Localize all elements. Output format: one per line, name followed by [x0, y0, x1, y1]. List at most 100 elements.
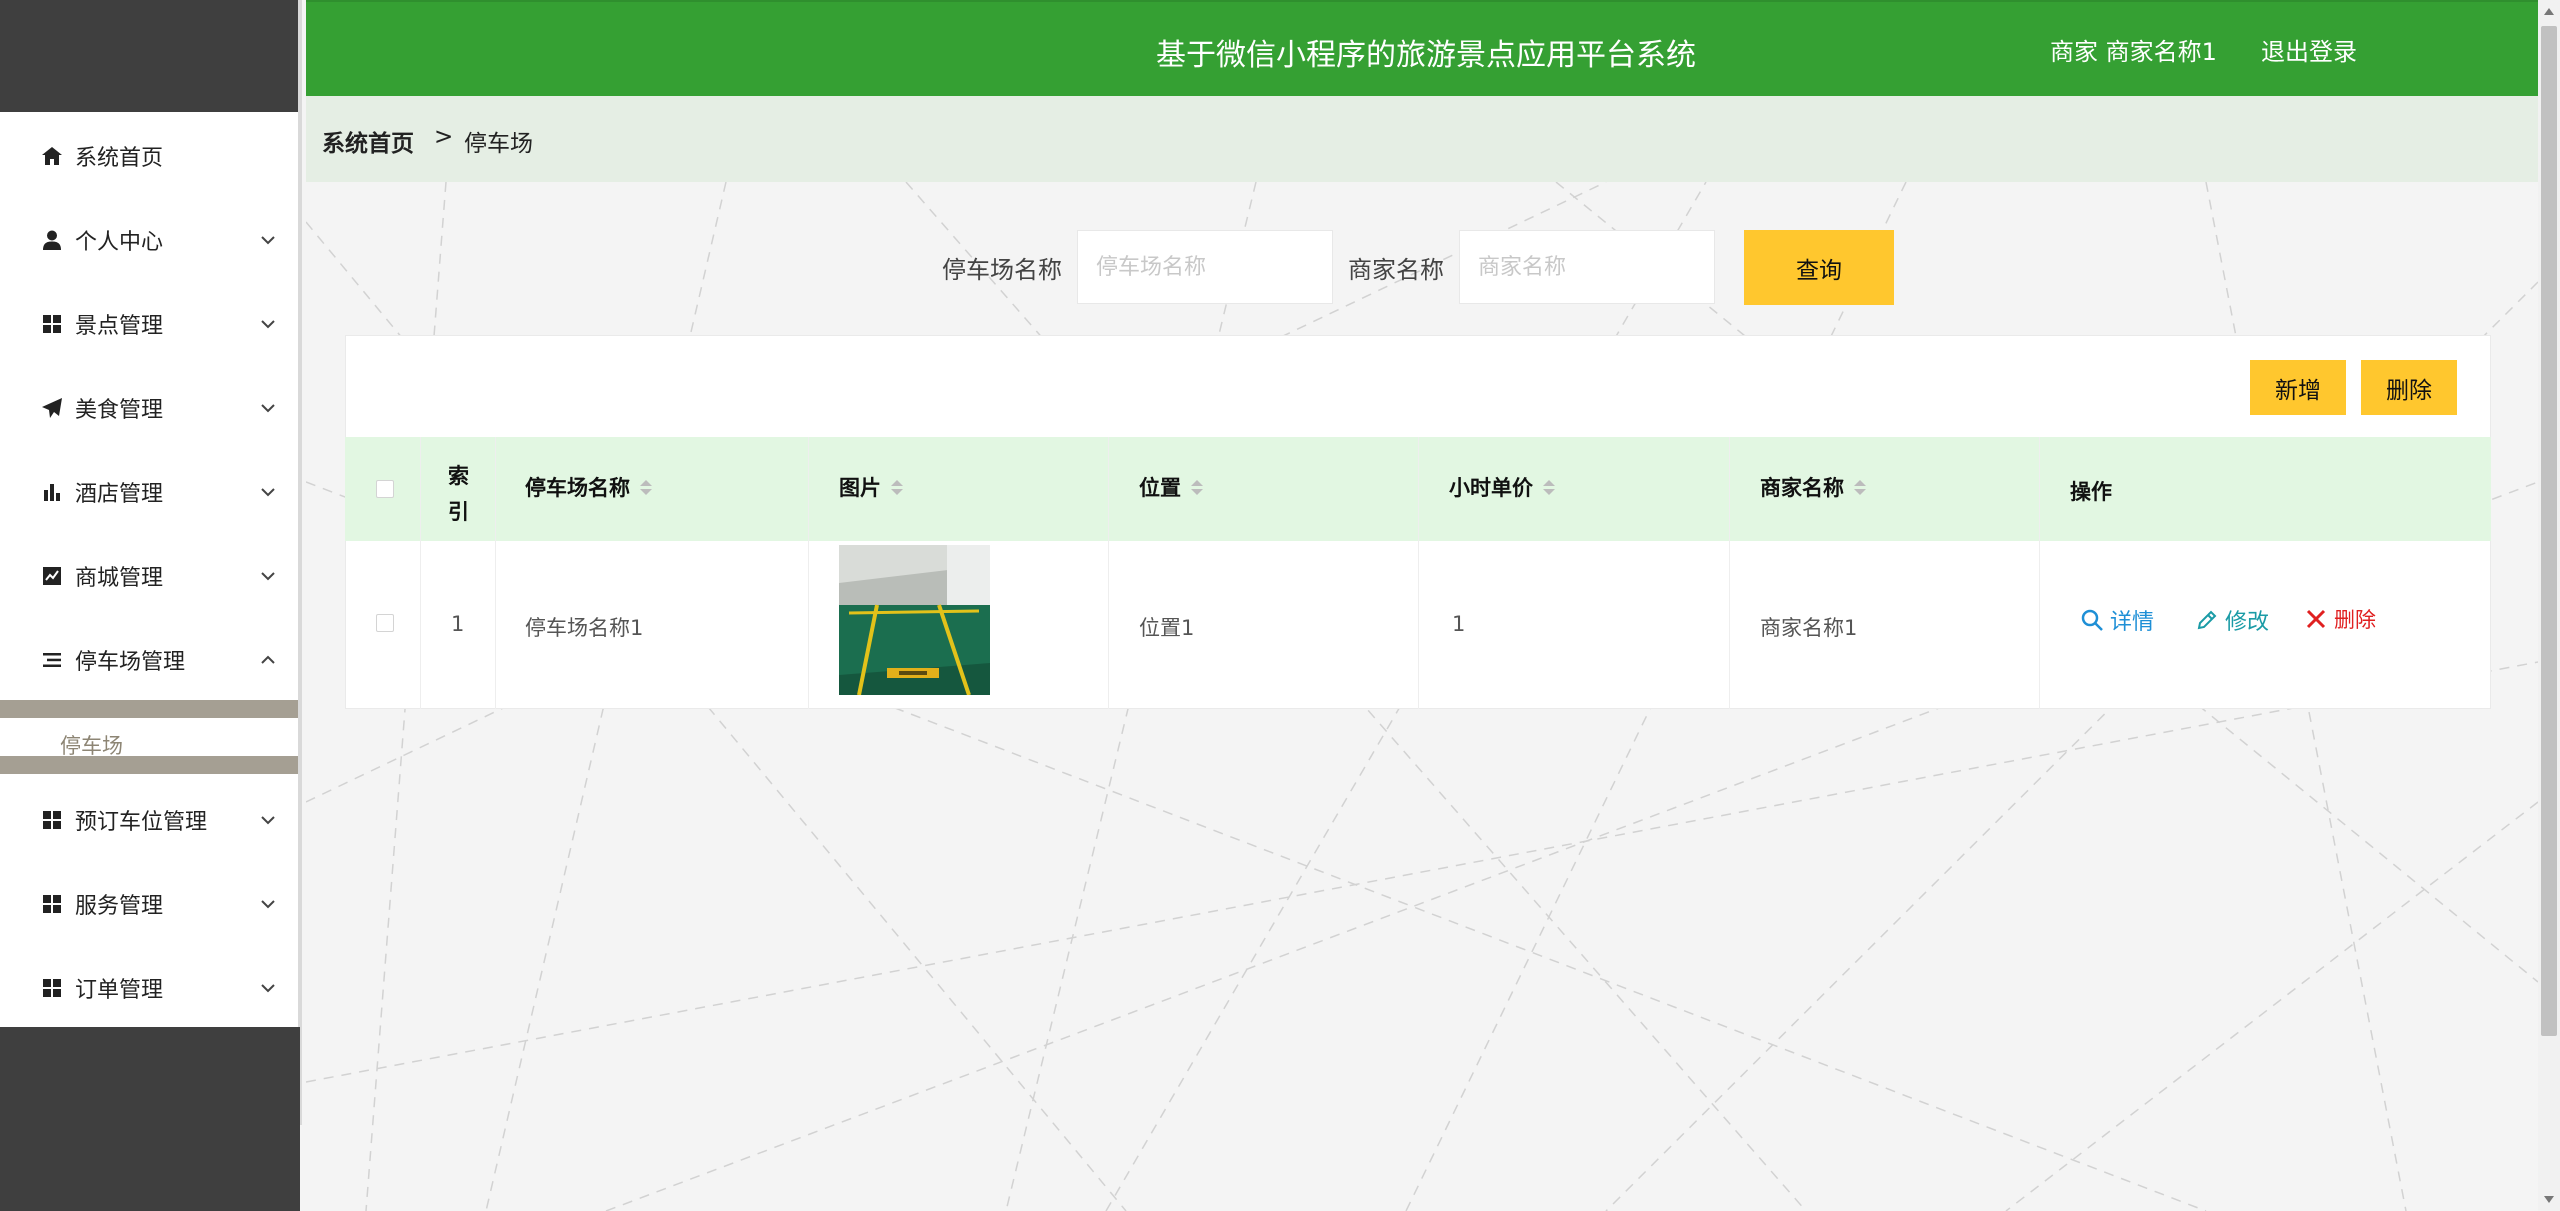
- sidebar-item-label: 订单管理: [75, 978, 164, 1003]
- row-location: 位置1: [1139, 616, 1195, 640]
- grid-icon: [40, 808, 64, 832]
- edit-button[interactable]: 修改: [2195, 604, 2269, 636]
- chevron-down-icon: [261, 572, 275, 581]
- chevron-down-icon: [261, 816, 275, 825]
- detail-label: 详情: [2110, 610, 2155, 635]
- column-header-label: 图片: [839, 476, 881, 500]
- sidebar-item-food-management[interactable]: 美食管理: [0, 366, 298, 450]
- row-delete-button[interactable]: 删除: [2304, 604, 2376, 634]
- sidebar-item-label: 景点管理: [75, 314, 164, 339]
- column-header-actions: 操作: [2070, 480, 2112, 504]
- breadcrumb-separator: >: [434, 124, 454, 150]
- sort-icon: [1543, 479, 1555, 495]
- sidebar-item-scenic-management[interactable]: 景点管理: [0, 282, 298, 366]
- grid-icon: [40, 976, 64, 1000]
- column-header-label: 商家名称: [1760, 476, 1844, 500]
- column-header-merchant[interactable]: 商家名称: [1760, 472, 1866, 502]
- sidebar-item-label: 个人中心: [75, 230, 164, 255]
- scrollbar-thumb[interactable]: [2541, 26, 2557, 1036]
- sort-icon: [1854, 479, 1866, 495]
- column-header-location[interactable]: 位置: [1139, 472, 1203, 502]
- scroll-down-arrow[interactable]: [2541, 1193, 2557, 1207]
- grid-icon: [40, 312, 64, 336]
- sidebar-item-label: 美食管理: [75, 398, 164, 423]
- column-header-label: 停车场名称: [525, 476, 630, 500]
- chevron-down-icon: [261, 236, 275, 245]
- chevron-down-icon: [261, 488, 275, 497]
- sidebar-item-reservation-management[interactable]: 预订车位管理: [0, 778, 298, 862]
- sidebar-item-service-management[interactable]: 服务管理: [0, 862, 298, 946]
- column-divider: [1108, 437, 1109, 709]
- close-icon: [2306, 609, 2326, 629]
- sidebar-footer-area: [0, 1027, 300, 1211]
- grid-icon: [40, 892, 64, 916]
- bar-chart-icon: [40, 480, 64, 504]
- chevron-down-icon: [261, 404, 275, 413]
- scroll-up-arrow[interactable]: [2541, 4, 2557, 18]
- sidebar-item-label: 预订车位管理: [75, 810, 208, 835]
- sort-icon: [891, 479, 903, 495]
- row-checkbox[interactable]: [376, 614, 394, 632]
- chevron-up-icon: [261, 655, 275, 664]
- submenu-band-bottom: [0, 756, 298, 774]
- sidebar-divider: [298, 0, 302, 1125]
- column-divider: [495, 437, 496, 709]
- sidebar-item-label: 商城管理: [75, 566, 164, 591]
- detail-button[interactable]: 详情: [2080, 604, 2154, 636]
- breadcrumb-current: 停车场: [464, 131, 533, 157]
- chevron-down-icon: [261, 900, 275, 909]
- column-divider: [1729, 437, 1730, 709]
- sidebar-logo-area: [0, 0, 300, 112]
- sort-icon: [640, 479, 652, 495]
- breadcrumb: [306, 96, 2538, 182]
- column-divider: [1418, 437, 1419, 709]
- sidebar-item-label: 系统首页: [75, 146, 164, 171]
- column-header-label: 位置: [1139, 476, 1181, 500]
- current-user: 商家 商家名称1: [2050, 38, 2217, 66]
- list-icon: [40, 648, 64, 672]
- sort-icon: [1191, 479, 1203, 495]
- row-hourly-price: 1: [1452, 612, 1466, 636]
- parking-image[interactable]: [839, 545, 990, 695]
- logout-link[interactable]: 退出登录: [2261, 32, 2357, 67]
- sidebar-item-mall-management[interactable]: 商城管理: [0, 534, 298, 618]
- edit-label: 修改: [2225, 610, 2270, 635]
- column-header-label: 小时单价: [1449, 476, 1533, 500]
- add-button[interactable]: 新增: [2250, 360, 2346, 415]
- chevron-down-icon: [261, 320, 275, 329]
- sidebar-item-home[interactable]: 系统首页: [0, 114, 298, 198]
- sidebar-item-label: 停车场管理: [75, 650, 186, 675]
- select-all-checkbox[interactable]: [376, 480, 394, 498]
- home-icon: [40, 144, 64, 168]
- sidebar-item-label: 酒店管理: [75, 482, 164, 507]
- sidebar-item-personal-center[interactable]: 个人中心: [0, 198, 298, 282]
- merchant-name-label: 商家名称: [1348, 256, 1444, 284]
- breadcrumb-home[interactable]: 系统首页: [322, 124, 414, 158]
- line-chart-icon: [40, 564, 64, 588]
- column-divider: [808, 437, 809, 709]
- app-title: 基于微信小程序的旅游景点应用平台系统: [1156, 38, 1696, 73]
- column-header-name[interactable]: 停车场名称: [525, 472, 652, 502]
- chevron-down-icon: [261, 984, 275, 993]
- merchant-name-input[interactable]: [1459, 230, 1715, 304]
- column-header-hourly-price[interactable]: 小时单价: [1449, 472, 1555, 502]
- sidebar-item-label: 服务管理: [75, 894, 164, 919]
- sidebar-item-hotel-management[interactable]: 酒店管理: [0, 450, 298, 534]
- parking-name-input[interactable]: [1077, 230, 1333, 304]
- row-merchant: 商家名称1: [1760, 616, 1858, 640]
- submenu-band-top: [0, 700, 298, 718]
- sidebar-item-order-management[interactable]: 订单管理: [0, 946, 298, 1030]
- delete-label: 删除: [2334, 608, 2376, 632]
- column-header-index: 索引: [448, 464, 469, 524]
- pencil-icon: [2197, 610, 2217, 630]
- column-divider: [420, 437, 421, 709]
- user-icon: [40, 228, 64, 252]
- column-divider: [2039, 437, 2040, 709]
- query-button[interactable]: 查询: [1744, 230, 1894, 305]
- column-header-image[interactable]: 图片: [839, 472, 903, 502]
- parking-name-label: 停车场名称: [942, 256, 1062, 284]
- sidebar-item-parking-management[interactable]: 停车场管理: [0, 618, 298, 702]
- row-parking-name: 停车场名称1: [525, 616, 644, 640]
- paper-plane-icon: [40, 396, 64, 420]
- delete-selected-button[interactable]: 删除: [2361, 360, 2457, 415]
